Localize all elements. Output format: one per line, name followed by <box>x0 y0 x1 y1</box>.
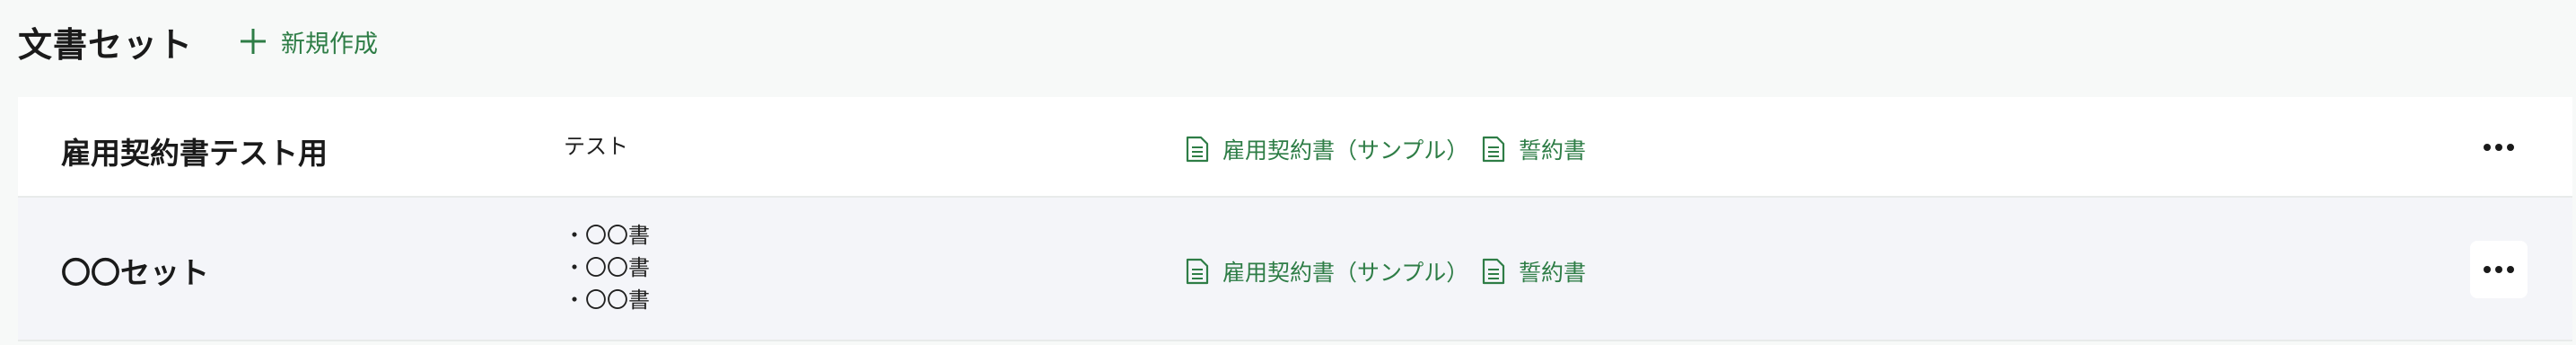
more-options-button[interactable] <box>2470 119 2528 176</box>
new-button-label: 新規作成 <box>281 30 379 58</box>
document-link[interactable]: 誓約書 <box>1481 255 1586 288</box>
document-set-description: テスト <box>564 130 628 163</box>
description-line: テスト <box>564 134 628 159</box>
document-link-label: 誓約書 <box>1519 260 1587 286</box>
document-set-row[interactable]: 雇用契約書テスト用 テスト 雇用契約書（サンプル） 誓約書 <box>18 97 2572 198</box>
description-line: ・〇〇書 <box>564 288 650 313</box>
page-title: 文書セット <box>18 24 194 65</box>
description-line: ・〇〇書 <box>564 255 650 280</box>
document-icon <box>1482 136 1505 163</box>
document-set-description: ・〇〇書 ・〇〇書 ・〇〇書 <box>564 219 650 316</box>
new-document-set-button[interactable]: 新規作成 <box>238 24 378 59</box>
document-icon <box>1186 258 1209 285</box>
document-link-label: 誓約書 <box>1519 137 1587 164</box>
document-link[interactable]: 雇用契約書（サンプル） <box>1185 133 1468 165</box>
document-set-row[interactable]: 〇〇セット ・〇〇書 ・〇〇書 ・〇〇書 雇用契約書（サンプル） 誓約書 <box>18 198 2572 341</box>
page-header: 文書セット 新規作成 <box>18 16 378 66</box>
document-link-label: 雇用契約書（サンプル） <box>1222 260 1469 286</box>
plus-icon <box>241 29 267 54</box>
more-options-icon <box>2484 144 2514 151</box>
more-options-icon <box>2484 266 2514 273</box>
document-set-name: 雇用契約書テスト用 <box>61 136 328 171</box>
document-link[interactable]: 雇用契約書（サンプル） <box>1185 255 1468 288</box>
document-icon <box>1482 258 1505 285</box>
more-options-button[interactable] <box>2470 241 2528 298</box>
description-line: ・〇〇書 <box>564 223 650 248</box>
document-link-label: 雇用契約書（サンプル） <box>1222 137 1469 164</box>
document-link[interactable]: 誓約書 <box>1481 133 1586 165</box>
document-set-name: 〇〇セット <box>61 255 209 290</box>
document-icon <box>1186 136 1209 163</box>
